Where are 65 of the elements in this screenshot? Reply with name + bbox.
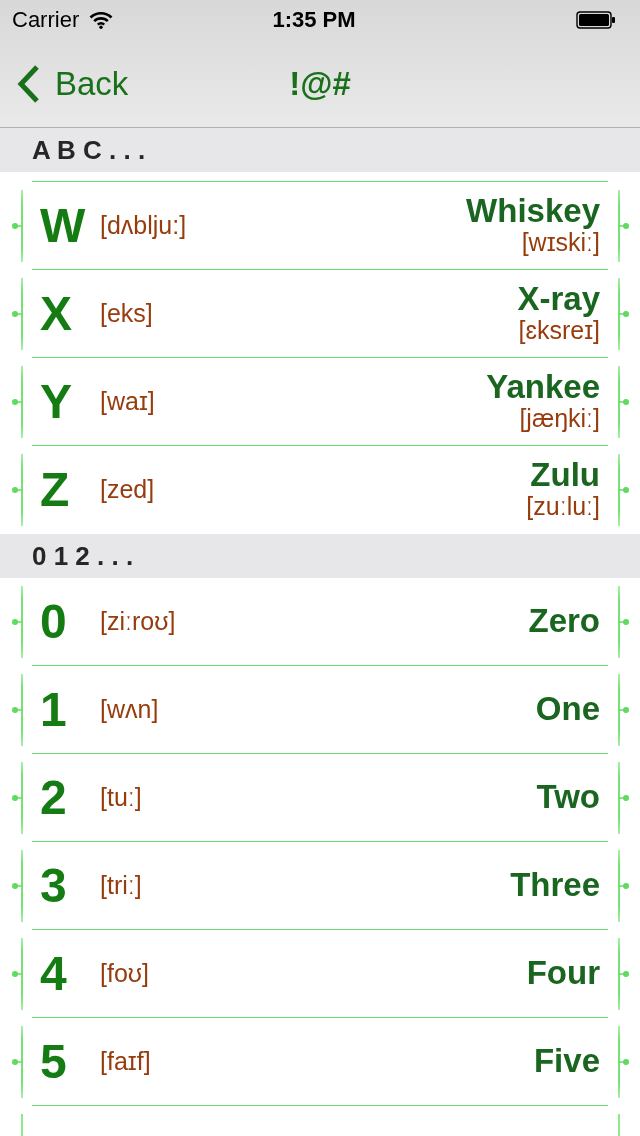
battery-icon [576, 11, 616, 29]
phonetic-text: [foʊ] [100, 959, 149, 988]
word-phonetic-text: [wɪskiː] [521, 229, 600, 257]
phonetic-text: [zed] [100, 475, 155, 504]
code-word-text: X-ray [517, 282, 600, 318]
side-marker-icon [617, 1026, 629, 1098]
code-word-text: Zero [528, 604, 600, 639]
symbol-text: 1 [40, 685, 68, 734]
side-marker-icon [617, 190, 629, 262]
code-word-text: Whiskey [466, 194, 600, 230]
chevron-left-icon [16, 63, 40, 104]
code-word-text: Five [533, 1044, 600, 1079]
side-marker-icon [12, 762, 24, 834]
side-marker-icon [12, 938, 24, 1010]
side-marker-icon [617, 366, 629, 438]
side-marker-icon [12, 454, 24, 526]
code-word-text: Four [526, 956, 600, 991]
carrier-text: Carrier [12, 7, 80, 33]
side-marker-icon [617, 674, 629, 746]
word-phonetic-text: [jæŋkiː] [519, 405, 600, 433]
side-marker-icon [617, 762, 629, 834]
side-marker-icon [617, 586, 629, 658]
side-marker-icon [617, 454, 629, 526]
phonetic-text: [dʌblju:] [100, 211, 187, 240]
code-word-text: One [535, 692, 600, 727]
side-marker-icon [12, 674, 24, 746]
symbol-text: X [40, 289, 73, 338]
side-marker-icon [12, 190, 24, 262]
section-header: 0 1 2 . . . [0, 534, 640, 578]
symbol-text: 5 [40, 1037, 68, 1086]
side-marker-icon [12, 586, 24, 658]
symbol-text: Z [40, 465, 71, 514]
side-marker-icon [617, 278, 629, 350]
symbol-text: 4 [40, 949, 68, 998]
nav-title: !@# [289, 64, 351, 103]
phonetic-text: [ziːroʊ] [100, 607, 176, 636]
code-word-text: Yankee [486, 370, 600, 406]
side-marker-icon [12, 1026, 24, 1098]
word-phonetic-text: [zuːluː] [526, 493, 600, 521]
symbol-text: W [40, 201, 87, 250]
side-marker-icon [12, 278, 24, 350]
side-marker-icon [12, 366, 24, 438]
phonetic-text: [eks] [100, 299, 153, 328]
section-header: A B C . . . [0, 128, 640, 172]
side-marker-icon [617, 938, 629, 1010]
phonetic-text: [triː] [100, 871, 142, 900]
symbol-text: 3 [40, 861, 68, 910]
side-marker-icon [617, 850, 629, 922]
code-word-text: Two [536, 780, 600, 815]
phonetic-text: [wʌn] [100, 695, 159, 724]
wifi-icon [89, 11, 114, 29]
side-marker-icon [12, 850, 24, 922]
symbol-text: Y [40, 377, 73, 426]
phonetic-text: [waɪ] [100, 387, 155, 416]
phonetic-text: [faɪf] [100, 1047, 151, 1076]
status-time: 1:35 PM [272, 7, 356, 33]
back-button[interactable]: Back [16, 63, 129, 104]
side-line-icon [21, 1114, 23, 1136]
word-phonetic-text: [ɛksreɪ] [518, 317, 600, 345]
symbol-text: 2 [40, 773, 68, 822]
code-word-text: Three [510, 868, 600, 903]
phonetic-text: [tuː] [100, 783, 142, 812]
code-word-text: Zulu [530, 458, 600, 494]
side-line-icon [618, 1114, 620, 1136]
symbol-text: 0 [40, 597, 68, 646]
